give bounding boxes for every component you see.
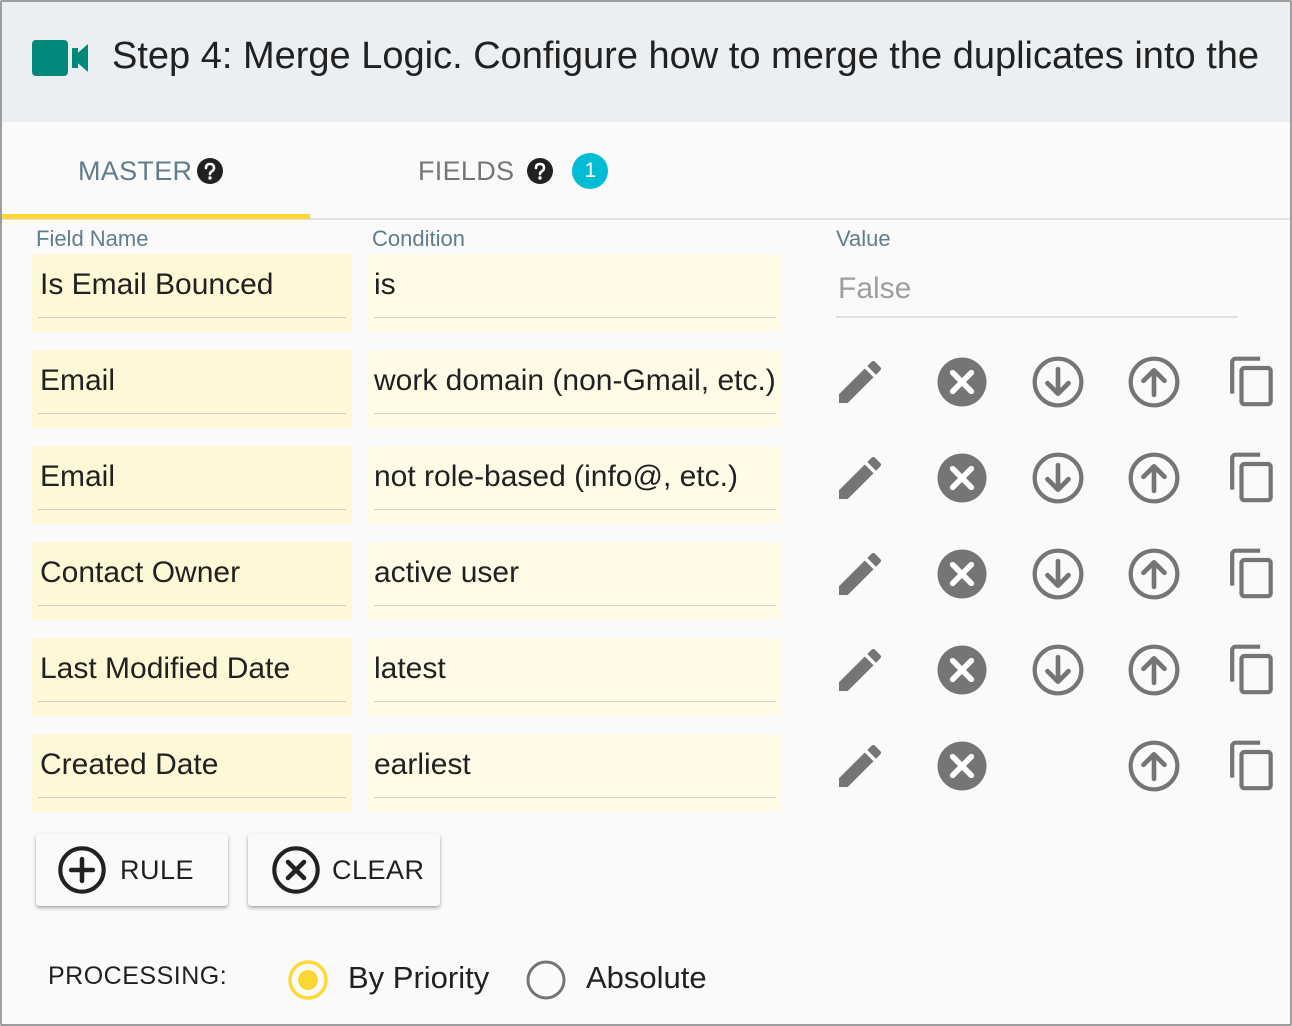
condition-underline — [374, 701, 776, 702]
copy-icon[interactable] — [1224, 546, 1280, 602]
help-icon[interactable] — [196, 157, 224, 185]
add-rule-label: RULE — [120, 854, 195, 885]
condition-select[interactable]: is — [368, 254, 782, 332]
condition-underline — [374, 605, 776, 606]
value-text: False — [838, 272, 912, 305]
merge-logic-panel: Step 4: Merge Logic. Configure how to me… — [0, 0, 1292, 1026]
field-name-select[interactable]: Email — [32, 350, 352, 428]
field-name-value: Email — [40, 364, 116, 397]
condition-value: not role-based (info@, etc.) — [374, 460, 738, 493]
delete-circle-icon[interactable] — [934, 642, 990, 698]
delete-circle-icon[interactable] — [934, 450, 990, 506]
edit-pencil-icon[interactable] — [832, 450, 888, 506]
step-header: Step 4: Merge Logic. Configure how to me… — [2, 2, 1290, 122]
condition-underline — [374, 797, 776, 798]
field-underline — [38, 413, 346, 414]
condition-select[interactable]: not role-based (info@, etc.) — [368, 446, 782, 524]
tab-fields-label: FIELDS — [418, 155, 515, 186]
tab-fields[interactable]: FIELDS 1 — [418, 122, 609, 220]
radio-absolute-label[interactable]: Absolute — [586, 960, 707, 996]
copy-icon[interactable] — [1224, 450, 1280, 506]
copy-icon[interactable] — [1224, 738, 1280, 794]
field-name-value: Is Email Bounced — [40, 268, 274, 301]
condition-value: work domain (non-Gmail, etc.) — [374, 364, 776, 397]
field-name-select[interactable]: Created Date — [32, 734, 352, 812]
field-underline — [38, 797, 346, 798]
radio-by-priority-label[interactable]: By Priority — [348, 960, 489, 996]
field-underline — [38, 509, 346, 510]
fields-count-badge: 1 — [572, 153, 609, 189]
move-down-icon[interactable] — [1030, 642, 1086, 698]
radio-by-priority[interactable] — [286, 958, 330, 1002]
move-up-icon[interactable] — [1126, 642, 1182, 698]
delete-circle-icon[interactable] — [934, 354, 990, 410]
move-up-icon[interactable] — [1126, 450, 1182, 506]
column-header-field-name: Field Name — [36, 226, 149, 251]
condition-select[interactable]: active user — [368, 542, 782, 620]
condition-value: latest — [374, 652, 446, 685]
field-name-select[interactable]: Is Email Bounced — [32, 254, 352, 332]
condition-value: earliest — [374, 748, 471, 781]
add-circle-icon — [58, 846, 106, 894]
processing-label: PROCESSING: — [48, 962, 228, 990]
field-underline — [38, 317, 346, 318]
field-name-select[interactable]: Email — [32, 446, 352, 524]
column-header-value: Value — [836, 226, 891, 251]
clear-button[interactable]: CLEAR — [248, 834, 440, 906]
field-underline — [38, 701, 346, 702]
radio-absolute[interactable] — [524, 958, 568, 1002]
copy-icon[interactable] — [1224, 642, 1280, 698]
condition-select[interactable]: latest — [368, 638, 782, 716]
clear-circle-icon — [272, 846, 320, 894]
edit-pencil-icon[interactable] — [832, 642, 888, 698]
column-header-condition: Condition — [372, 226, 465, 251]
help-icon[interactable] — [526, 157, 554, 185]
condition-value: is — [374, 268, 396, 301]
tab-bar: MASTER FIELDS 1 — [2, 122, 1290, 220]
move-down-icon[interactable] — [1030, 546, 1086, 602]
move-up-icon[interactable] — [1126, 546, 1182, 602]
clear-label: CLEAR — [332, 854, 425, 885]
value-underline — [836, 316, 1238, 318]
tab-master-label: MASTER — [78, 155, 193, 186]
active-tab-indicator — [2, 214, 310, 219]
field-name-value: Contact Owner — [40, 556, 241, 589]
move-down-icon[interactable] — [1030, 450, 1086, 506]
delete-circle-icon[interactable] — [934, 738, 990, 794]
condition-underline — [374, 413, 776, 414]
step-title: Step 4: Merge Logic. Configure how to me… — [112, 35, 1260, 77]
move-up-icon[interactable] — [1126, 738, 1182, 794]
condition-underline — [374, 317, 776, 318]
move-down-icon[interactable] — [1030, 354, 1086, 410]
move-up-icon[interactable] — [1126, 354, 1182, 410]
value-input[interactable]: False — [836, 254, 1238, 318]
condition-select[interactable]: earliest — [368, 734, 782, 812]
field-name-value: Email — [40, 460, 116, 493]
field-underline — [38, 605, 346, 606]
field-name-value: Created Date — [40, 748, 219, 781]
video-camera-icon — [32, 40, 88, 76]
condition-value: active user — [374, 556, 520, 589]
add-rule-button[interactable]: RULE — [36, 834, 228, 906]
copy-icon[interactable] — [1224, 354, 1280, 410]
field-name-value: Last Modified Date — [40, 652, 291, 685]
field-name-select[interactable]: Contact Owner — [32, 542, 352, 620]
condition-select[interactable]: work domain (non-Gmail, etc.) — [368, 350, 782, 428]
delete-circle-icon[interactable] — [934, 546, 990, 602]
tab-master[interactable]: MASTER — [2, 122, 310, 220]
edit-pencil-icon[interactable] — [832, 738, 888, 794]
condition-underline — [374, 509, 776, 510]
edit-pencil-icon[interactable] — [832, 546, 888, 602]
field-name-select[interactable]: Last Modified Date — [32, 638, 352, 716]
edit-pencil-icon[interactable] — [832, 354, 888, 410]
